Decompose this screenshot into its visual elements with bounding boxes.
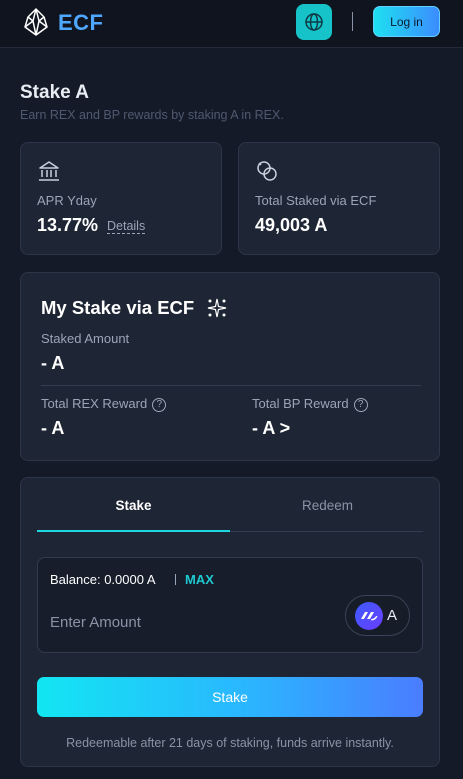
balance-text: Balance: 0.0000 A xyxy=(50,572,156,587)
bp-reward-label: Total BP Reward? xyxy=(252,396,368,412)
bp-reward-value[interactable]: - A > xyxy=(252,418,290,439)
total-staked-label: Total Staked via ECF xyxy=(255,193,377,208)
bank-icon xyxy=(39,161,59,181)
details-link[interactable]: Details xyxy=(107,219,146,234)
token-icon xyxy=(355,602,383,630)
apr-card: APR Yday 13.77% Details xyxy=(20,142,222,255)
my-stake-card: My Stake via ECF Staked Amount - A Total… xyxy=(20,272,440,461)
amount-box: Balance: 0.0000 A MAX A xyxy=(37,557,423,653)
apr-value: 13.77% xyxy=(37,215,99,235)
footnote: Redeemable after 21 days of staking, fun… xyxy=(66,736,394,750)
sparkle-icon xyxy=(207,298,227,318)
token-selector[interactable]: A xyxy=(345,595,410,636)
rings-icon xyxy=(257,161,277,181)
my-stake-title: My Stake via ECF xyxy=(41,297,195,318)
top-bar: ECF Log in xyxy=(0,0,463,48)
total-staked-value: 49,003 A xyxy=(255,215,328,235)
stake-form-card: Stake Redeem Balance: 0.0000 A MAX A Sta… xyxy=(20,477,440,767)
page-title: Stake A xyxy=(20,82,89,103)
bp-reward-label-text: Total BP Reward xyxy=(252,396,349,411)
staked-amount-value: - A xyxy=(41,353,65,373)
tab-redeem[interactable]: Redeem xyxy=(231,498,424,513)
globe-icon xyxy=(305,13,323,31)
logo-icon[interactable] xyxy=(24,8,48,36)
rex-reward-label: Total REX Reward? xyxy=(41,396,167,412)
token-name: A xyxy=(387,607,398,624)
max-button[interactable]: MAX xyxy=(185,572,214,587)
help-icon[interactable]: ? xyxy=(353,397,368,412)
apr-label: APR Yday xyxy=(37,193,97,208)
divider xyxy=(41,385,421,386)
tab-stake[interactable]: Stake xyxy=(37,498,230,513)
brand-name[interactable]: ECF xyxy=(58,10,104,36)
stake-button[interactable]: Stake xyxy=(37,677,423,717)
header-divider xyxy=(352,12,353,31)
help-icon[interactable]: ? xyxy=(152,397,167,412)
total-staked-card: Total Staked via ECF 49,003 A xyxy=(238,142,440,255)
amount-input[interactable] xyxy=(50,611,310,633)
language-button[interactable] xyxy=(296,4,332,40)
tab-active-indicator xyxy=(37,530,230,532)
page-subtitle: Earn REX and BP rewards by staking A in … xyxy=(20,108,284,122)
login-button[interactable]: Log in xyxy=(373,6,440,37)
rex-reward-value: - A xyxy=(41,418,65,438)
staked-amount-label: Staked Amount xyxy=(41,331,130,346)
rex-reward-label-text: Total REX Reward xyxy=(41,396,148,411)
balance-divider xyxy=(175,574,176,585)
